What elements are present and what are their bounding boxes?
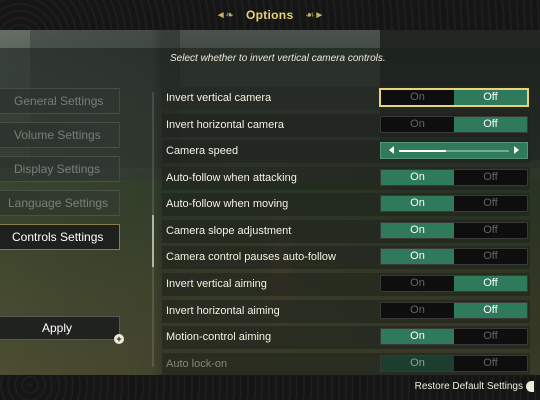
menu-item-volume-settings[interactable]: Volume Settings <box>0 122 120 148</box>
setting-label: Camera speed <box>166 145 239 157</box>
header-bar: ◄❧ Options ☙► <box>0 0 540 30</box>
setting-label: Auto-follow when moving <box>166 198 289 210</box>
option-off[interactable]: Off <box>454 196 527 211</box>
setting-label: Motion-control aiming <box>166 331 272 343</box>
apply-button[interactable]: Apply <box>0 316 120 340</box>
option-on[interactable]: On <box>381 223 454 238</box>
setting-label: Invert horizontal camera <box>166 119 284 131</box>
option-off[interactable]: Off <box>454 356 527 371</box>
setting-row-invert-vertical-camera[interactable]: Invert vertical camera On Off <box>162 87 530 110</box>
option-on[interactable]: On <box>381 276 454 291</box>
setting-row-motion-control-aiming[interactable]: Motion-control aiming On Off <box>162 326 530 349</box>
option-off[interactable]: Off <box>454 276 527 291</box>
auto-follow-attacking-toggle[interactable]: On Off <box>380 169 528 186</box>
footer-bar: Restore Default Settings <box>0 375 540 400</box>
option-off[interactable]: Off <box>454 249 527 264</box>
option-off[interactable]: Off <box>454 170 527 185</box>
option-off[interactable]: Off <box>454 223 527 238</box>
setting-row-camera-speed[interactable]: Camera speed <box>162 140 530 163</box>
option-on[interactable]: On <box>381 249 454 264</box>
setting-label: Camera slope adjustment <box>166 225 292 237</box>
setting-label: Camera control pauses auto-follow <box>166 251 336 263</box>
setting-row-camera-pauses-auto-follow[interactable]: Camera control pauses auto-follow On Off <box>162 246 530 269</box>
right-ornament-icon: ☙► <box>305 9 325 21</box>
camera-slope-adjustment-toggle[interactable]: On Off <box>380 222 528 239</box>
option-on[interactable]: On <box>381 303 454 318</box>
auto-follow-moving-toggle[interactable]: On Off <box>380 195 528 212</box>
option-on[interactable]: On <box>381 356 454 371</box>
setting-label: Auto lock-on <box>166 358 228 370</box>
slider-fill <box>399 150 446 152</box>
plus-button-icon: + <box>114 334 124 344</box>
setting-row-invert-horizontal-camera[interactable]: Invert horizontal camera On Off <box>162 114 530 137</box>
motion-control-aiming-toggle[interactable]: On Off <box>380 328 528 345</box>
setting-label: Invert vertical camera <box>166 92 272 104</box>
invert-horizontal-aiming-toggle[interactable]: On Off <box>380 302 528 319</box>
camera-speed-slider[interactable] <box>380 142 528 159</box>
option-on[interactable]: On <box>381 170 454 185</box>
arrow-left-icon[interactable] <box>389 146 394 154</box>
option-on[interactable]: On <box>381 117 454 132</box>
setting-row-invert-vertical-aiming[interactable]: Invert vertical aiming On Off <box>162 273 530 296</box>
invert-horizontal-camera-toggle[interactable]: On Off <box>380 116 528 133</box>
restore-defaults-button[interactable]: Restore Default Settings <box>415 381 534 392</box>
menu-item-controls-settings[interactable]: Controls Settings <box>0 224 120 250</box>
arrow-right-icon[interactable] <box>514 146 519 154</box>
setting-row-auto-follow-moving[interactable]: Auto-follow when moving On Off <box>162 193 530 216</box>
camera-pauses-auto-follow-toggle[interactable]: On Off <box>380 248 528 265</box>
page-title: Options <box>245 8 294 22</box>
menu-item-language-settings[interactable]: Language Settings <box>0 190 120 216</box>
option-off[interactable]: Off <box>454 303 527 318</box>
invert-vertical-aiming-toggle[interactable]: On Off <box>380 275 528 292</box>
option-off[interactable]: Off <box>454 329 527 344</box>
menu-item-general-settings[interactable]: General Settings <box>0 88 120 114</box>
menu-item-display-settings[interactable]: Display Settings <box>0 156 120 182</box>
restore-defaults-label: Restore Default Settings <box>414 381 523 392</box>
option-off[interactable]: Off <box>454 90 527 105</box>
setting-row-invert-horizontal-aiming[interactable]: Invert horizontal aiming On Off <box>162 300 530 323</box>
title-wrap: ◄❧ Options ☙► <box>216 8 325 22</box>
option-on[interactable]: On <box>381 90 454 105</box>
button-prompt-icon <box>526 381 534 392</box>
setting-label: Auto-follow when attacking <box>166 172 297 184</box>
option-off[interactable]: Off <box>454 117 527 132</box>
setting-row-auto-follow-attacking[interactable]: Auto-follow when attacking On Off <box>162 167 530 190</box>
option-on[interactable]: On <box>381 196 454 211</box>
left-ornament-icon: ◄❧ <box>215 9 234 21</box>
setting-row-camera-slope-adjustment[interactable]: Camera slope adjustment On Off <box>162 220 530 243</box>
setting-row-auto-lock-on[interactable]: Auto lock-on On Off <box>162 353 530 376</box>
setting-label: Invert vertical aiming <box>166 278 267 290</box>
option-on[interactable]: On <box>381 329 454 344</box>
auto-lock-on-toggle[interactable]: On Off <box>380 355 528 372</box>
setting-description: Select whether to invert vertical camera… <box>170 53 386 64</box>
scrollbar-thumb[interactable] <box>152 215 154 267</box>
invert-vertical-camera-toggle[interactable]: On Off <box>379 88 529 107</box>
setting-label: Invert horizontal aiming <box>166 305 280 317</box>
